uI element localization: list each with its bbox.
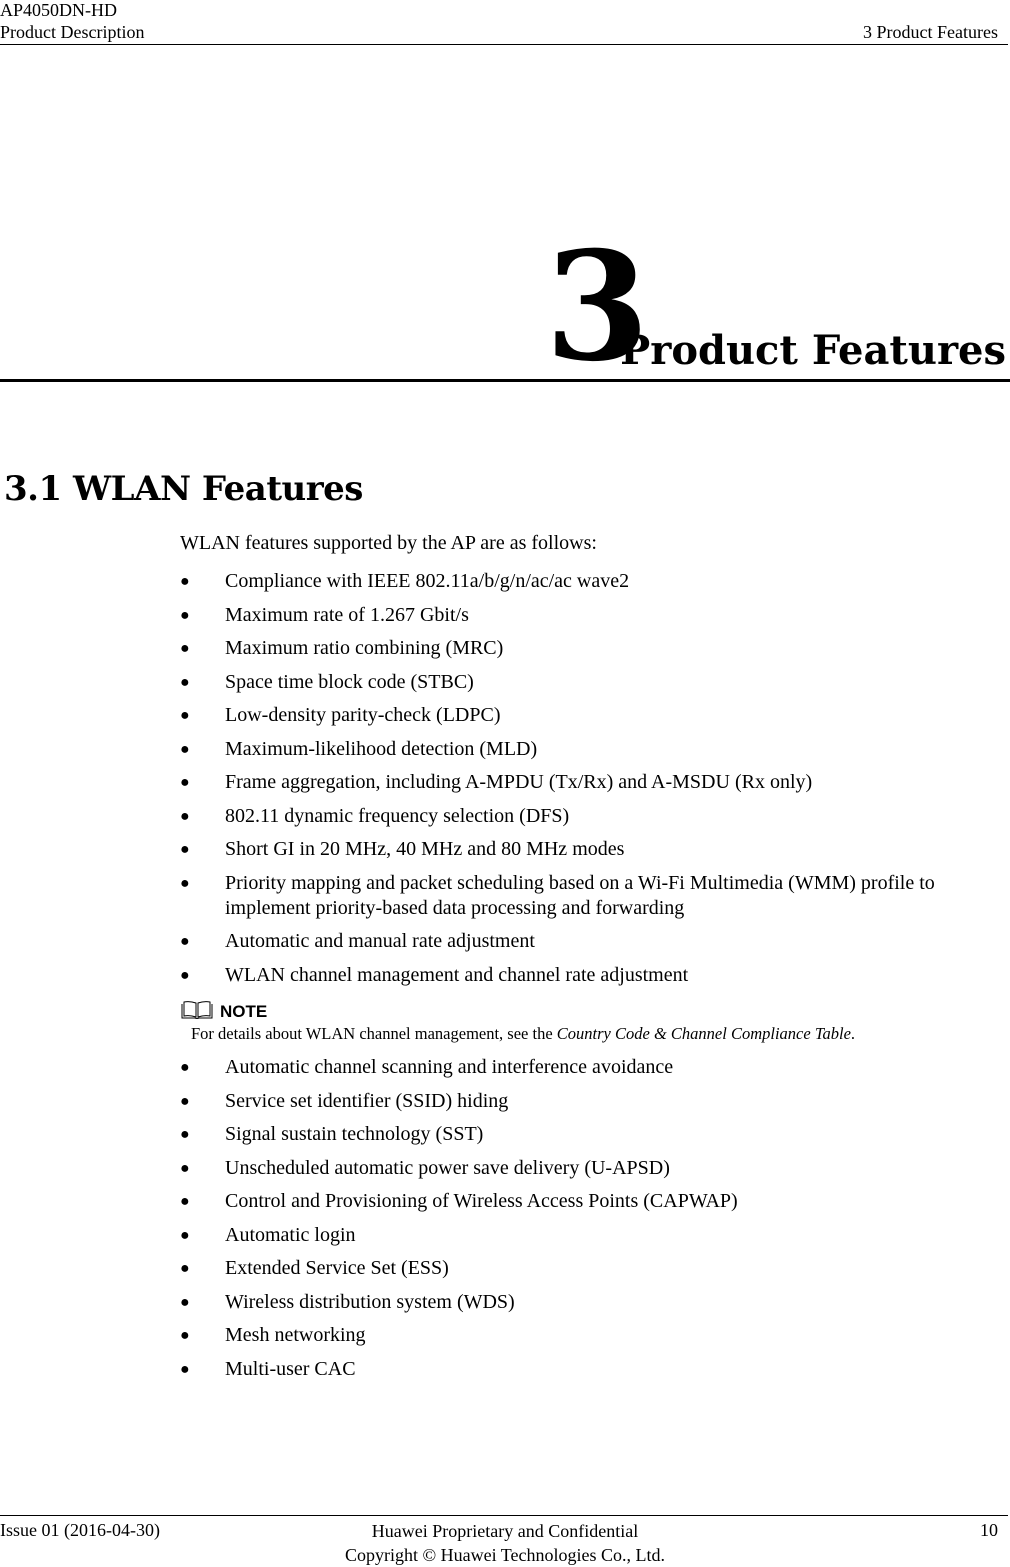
footer-divider <box>0 1515 1008 1516</box>
feature-list-item: ● Low-density parity-check (LDPC) <box>180 703 1010 728</box>
feature-list-item: ● Multi-user CAC <box>180 1357 1010 1382</box>
feature-text: Unscheduled automatic power save deliver… <box>225 1156 670 1179</box>
bullet-icon: ● <box>180 874 190 892</box>
note-text-suffix: . <box>850 1024 856 1043</box>
feature-text: Automatic login <box>225 1223 356 1246</box>
bullet-icon: ● <box>180 1360 190 1378</box>
feature-list-primary: ● Compliance with IEEE 802.11a/b/g/n/ac/a… <box>180 569 1010 996</box>
note-text-prefix: For details about WLAN channel managemen… <box>191 1024 557 1043</box>
page-header-left: AP4050DN-HD Product Description <box>0 0 144 43</box>
footer-center: Huawei Proprietary and Confidential Copy… <box>0 1519 1010 1567</box>
bullet-icon: ● <box>180 807 190 825</box>
feature-list-item: ● Unscheduled automatic power save delive… <box>180 1156 1010 1181</box>
feature-text: Automatic channel scanning and interfere… <box>225 1056 674 1078</box>
header-product-name: AP4050DN-HD <box>0 0 117 20</box>
feature-text: Maximum-likelihood detection (MLD) <box>225 737 538 760</box>
bullet-icon: ● <box>180 1159 190 1177</box>
bullet-icon: ● <box>180 640 190 657</box>
note-text: For details about WLAN channel managemen… <box>191 1024 855 1044</box>
feature-text: Low-density parity-check (LDPC) <box>225 704 501 726</box>
feature-list-item: ● WLAN channel management and channel rat… <box>180 963 1010 988</box>
feature-text: Automatic and manual rate adjustment <box>225 930 535 952</box>
feature-text: Short GI in 20 MHz, 40 MHz and 80 MHz mo… <box>225 838 625 860</box>
feature-text: Compliance with IEEE 802.11a/b/g/n/ac/ac… <box>225 570 630 592</box>
feature-list-item: ● Priority mapping and packet scheduling … <box>180 871 1010 921</box>
feature-list-item: ● 802.11 dynamic frequency selection (DFS… <box>180 804 1010 829</box>
bullet-icon: ● <box>180 606 190 624</box>
feature-text: Space time block code (STBC) <box>225 670 474 693</box>
bullet-icon: ● <box>180 673 190 691</box>
feature-list-secondary: ● Automatic channel scanning and interfer… <box>180 1055 1010 1390</box>
feature-list-item: ● Extended Service Set (ESS) <box>180 1256 1010 1281</box>
bullet-icon: ● <box>180 841 190 858</box>
feature-text: Control and Provisioning of Wireless Acc… <box>225 1190 738 1212</box>
feature-list-item: ● Short GI in 20 MHz, 40 MHz and 80 MHz m… <box>180 837 1010 862</box>
bullet-icon: ● <box>180 1126 190 1143</box>
bullet-icon: ● <box>180 707 190 724</box>
note-reference-title: Country Code & Channel Compliance Table <box>556 1024 851 1043</box>
feature-text: Maximum rate of 1.267 Gbit/s <box>225 603 469 626</box>
feature-list-item: ● Service set identifier (SSID) hiding <box>180 1089 1010 1114</box>
bullet-icon: ● <box>180 1327 190 1344</box>
feature-text: Service set identifier (SSID) hiding <box>225 1089 509 1112</box>
bullet-icon: ● <box>180 1293 190 1311</box>
bullet-icon: ● <box>180 1059 190 1076</box>
bullet-icon: ● <box>180 1260 190 1277</box>
feature-list-item: ● Automatic login <box>180 1223 1010 1248</box>
book-icon <box>181 1001 213 1019</box>
feature-text: Maximum ratio combining (MRC) <box>225 637 504 659</box>
footer-page-number: 10 <box>980 1520 998 1540</box>
chapter-title: Product Features <box>620 327 1006 374</box>
feature-list-item: ● Automatic and manual rate adjustment <box>180 929 1010 954</box>
feature-text: Frame aggregation, including A-MPDU (Tx/… <box>225 771 813 793</box>
feature-list-item: ● Maximum ratio combining (MRC) <box>180 636 1010 661</box>
bullet-icon: ● <box>180 966 190 984</box>
feature-list-item: ● Automatic channel scanning and interfer… <box>180 1055 1010 1080</box>
feature-text: Signal sustain technology (SST) <box>225 1123 484 1145</box>
feature-list-item: ● Maximum-likelihood detection (MLD) <box>180 737 1010 762</box>
section-intro: WLAN features supported by the AP are as… <box>180 532 597 554</box>
bullet-icon: ● <box>180 1193 190 1210</box>
bullet-icon: ● <box>180 1226 190 1244</box>
feature-text: Mesh networking <box>225 1324 366 1346</box>
feature-text: WLAN channel management and channel rate… <box>225 963 689 986</box>
footer-copyright: Copyright © Huawei Technologies Co., Ltd… <box>344 1545 666 1565</box>
feature-list-item: ● Maximum rate of 1.267 Gbit/s <box>180 603 1010 628</box>
feature-text: Priority mapping and packet scheduling b… <box>225 871 935 919</box>
bullet-icon: ● <box>180 933 190 950</box>
feature-list-item: ● Wireless distribution system (WDS) <box>180 1290 1010 1315</box>
feature-text: Extended Service Set (ESS) <box>225 1257 449 1279</box>
feature-text: Multi-user CAC <box>225 1357 356 1380</box>
feature-list-item: ● Signal sustain technology (SST) <box>180 1122 1010 1147</box>
feature-list-item: ● Frame aggregation, including A-MPDU (Tx… <box>180 770 1010 795</box>
footer-confidential: Huawei Proprietary and Confidential <box>371 1521 639 1541</box>
header-doc-type: Product Description <box>0 22 145 42</box>
bullet-icon: ● <box>180 1092 190 1110</box>
feature-list-item: ● Control and Provisioning of Wireless Ac… <box>180 1189 1010 1214</box>
bullet-icon: ● <box>180 573 190 590</box>
feature-list-item: ● Mesh networking <box>180 1323 1010 1348</box>
header-chapter-ref: 3 Product Features <box>863 22 998 42</box>
feature-list-item: ● Compliance with IEEE 802.11a/b/g/n/ac/a… <box>180 569 1010 594</box>
chapter-divider <box>0 379 1010 382</box>
header-divider <box>0 44 1008 45</box>
bullet-icon: ● <box>180 740 190 758</box>
section-title: 3.1 WLAN Features <box>4 469 363 509</box>
bullet-icon: ● <box>180 774 190 791</box>
feature-text: Wireless distribution system (WDS) <box>225 1290 515 1313</box>
feature-text: 802.11 dynamic frequency selection (DFS) <box>225 804 570 827</box>
note-label: NOTE <box>220 1002 268 1021</box>
feature-list-item: ● Space time block code (STBC) <box>180 670 1010 695</box>
